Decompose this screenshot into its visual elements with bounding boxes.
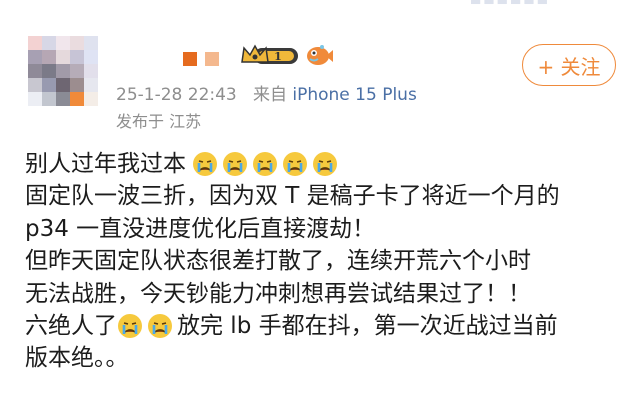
content-line-2: 固定队一波三折，因为双 T 是稿子卡了将近一个月的	[25, 183, 560, 210]
crying-face-icon	[223, 152, 247, 177]
username-redacted[interactable]	[183, 52, 197, 66]
crying-face-icon	[193, 152, 217, 177]
content-line-3: p34 一直没进度优化后直接渡劫！	[25, 215, 376, 242]
svg-text:1: 1	[274, 50, 282, 63]
content-line-5: 无法战胜，今天钞能力冲刺想再尝试结果过了！！	[25, 280, 531, 307]
content-line-4: 但昨天固定队状态很差打散了，连续开荒六个小时	[25, 248, 531, 275]
post-content: 别人过年我过本 固定队一波三折，因为双 T 是稿子卡了将近一个月的 p34 一直…	[25, 148, 625, 375]
post-timestamp: 25-1-28 22:43	[116, 85, 237, 105]
avatar[interactable]	[28, 36, 98, 106]
fish-icon	[307, 45, 333, 65]
source-prefix: 来自	[252, 85, 287, 105]
crying-face-icon	[148, 314, 172, 339]
username-redacted-2[interactable]	[205, 52, 219, 66]
crying-face-icon	[283, 152, 307, 177]
content-line-1: 别人过年我过本	[25, 148, 625, 180]
content-line-6: 六绝人了 放完 lb 手都在抖，第一次近战过当前	[25, 312, 558, 339]
crying-face-icon	[313, 152, 337, 177]
post-meta: 25-1-28 22:43 来自 iPhone 15 Plus	[116, 80, 417, 105]
crying-face-icon	[118, 314, 142, 339]
post-location: 发布于 江苏	[116, 112, 202, 131]
device-link[interactable]: iPhone 15 Plus	[292, 85, 416, 105]
watermark: ▬▬▬▬▬▬	[470, 0, 551, 8]
follow-button[interactable]: + 关注	[522, 44, 616, 86]
vip-crown-badge[interactable]: 1	[240, 42, 300, 68]
content-line-7: 版本绝。。	[25, 345, 129, 372]
crying-face-icon	[253, 152, 277, 177]
